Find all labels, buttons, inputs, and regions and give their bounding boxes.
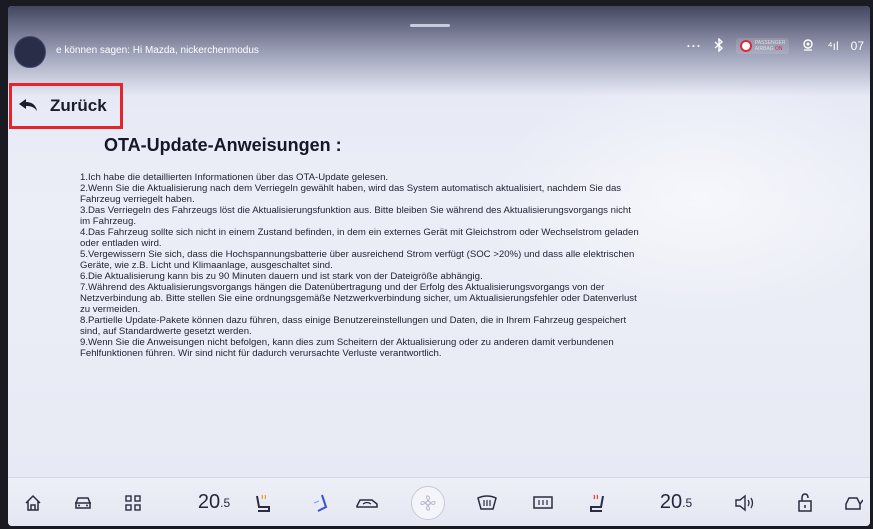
seat-heat-left-icon[interactable] — [248, 478, 278, 526]
bluetooth-icon — [714, 36, 724, 55]
volume-icon[interactable] — [728, 478, 764, 526]
passenger-airbag-indicator: PASSENGER AIRBAG ON — [735, 38, 790, 54]
instruction-line: Fahrzeug verriegelt haben. — [80, 194, 195, 205]
instructions-text: 1.Ich habe die detaillierten Information… — [80, 172, 780, 359]
page-title: OTA-Update-Anweisungen : — [104, 135, 342, 155]
temperature-left[interactable]: 20.5 — [186, 478, 242, 526]
head-unit-screen: e können sagen: Hi Mazda, nickerchenmodu… — [8, 6, 870, 526]
clock: 07 — [850, 39, 864, 53]
front-defrost-icon[interactable] — [470, 478, 504, 526]
instruction-line: sind, auf Standardwerte gesetzt werden. — [80, 326, 252, 337]
apps-grid-icon[interactable] — [118, 478, 148, 526]
instruction-line: 7.Während des Aktualisierungsvorgangs hä… — [80, 282, 605, 293]
fan-button[interactable] — [408, 478, 448, 526]
instruction-line: Netzverbindung ab. Bitte stellen Sie ein… — [80, 293, 637, 304]
back-button[interactable]: Zurück — [9, 83, 123, 129]
pull-down-handle[interactable] — [410, 24, 450, 27]
car-icon[interactable] — [66, 478, 100, 526]
instruction-line: 4.Das Fahrzeug sollte sich nicht in eine… — [80, 227, 639, 238]
temp-left-dec: .5 — [220, 495, 231, 510]
instruction-line: im Fahrzeug. — [80, 216, 136, 227]
instruction-line: 2.Wenn Sie die Aktualisierung nach dem V… — [80, 183, 622, 194]
instruction-line: 8.Partielle Update-Pakete können dazu fü… — [80, 315, 627, 326]
location-icon — [801, 38, 815, 55]
instruction-line: Geräte, wie z.B. Licht und Klimaanlage, … — [80, 260, 333, 271]
more-icon[interactable]: ··· — [687, 39, 702, 53]
back-arrow-icon — [19, 99, 37, 111]
voice-hint-tail: ‹ — [261, 45, 266, 56]
instruction-line: 6.Die Aktualisierung kann bis zu 90 Minu… — [80, 271, 483, 282]
instruction-line: 3.Das Verriegeln des Fahrzeugs löst die … — [80, 205, 631, 216]
seat-heat-right-icon[interactable] — [582, 478, 612, 526]
back-label: Zurück — [50, 96, 107, 115]
rear-defrost-icon[interactable] — [526, 478, 560, 526]
instruction-line: zu vermeiden. — [80, 304, 141, 315]
fan-icon — [411, 485, 445, 520]
signal-icon: ⁴ıl — [827, 39, 839, 53]
airbag-off-icon — [739, 40, 752, 52]
car-door-icon[interactable] — [838, 478, 868, 526]
temp-right-dec: .5 — [682, 495, 693, 510]
temp-right-main: 20 — [659, 491, 683, 513]
temp-left-main: 20 — [197, 491, 221, 513]
airbag-state: ON — [775, 46, 783, 52]
voice-hint-label: e können sagen: Hi Mazda, nickerchenmodu… — [56, 45, 259, 56]
airbag-label-bottom: AIRBAG — [754, 46, 774, 52]
status-bar: e können sagen: Hi Mazda, nickerchenmodu… — [8, 6, 870, 86]
status-icons: ··· PASSENGER AIRBAG ON ⁴ıl 07 — [687, 36, 864, 56]
instruction-line: Fehlfunktionen führen. Wir sind nicht fü… — [80, 348, 442, 359]
voice-assistant-button[interactable] — [14, 36, 46, 68]
bottom-dock: 20.5 20.5 — [8, 477, 870, 526]
airbag-text: PASSENGER AIRBAG ON — [755, 40, 786, 52]
airflow-seat-icon[interactable] — [306, 478, 336, 526]
instruction-line: 9.Wenn Sie die Anweisungen nicht befolge… — [80, 337, 614, 348]
voice-hint-text: e können sagen: Hi Mazda, nickerchenmodu… — [56, 45, 265, 56]
temperature-right[interactable]: 20.5 — [648, 478, 704, 526]
unlock-icon[interactable] — [790, 478, 820, 526]
recirculation-icon[interactable] — [350, 478, 384, 526]
instruction-line: 1.Ich habe die detaillierten Information… — [80, 172, 389, 183]
home-icon[interactable] — [18, 478, 48, 526]
instruction-line: oder entladen wird. — [80, 238, 162, 249]
instruction-line: 5.Vergewissern Sie sich, dass die Hochsp… — [80, 249, 635, 260]
